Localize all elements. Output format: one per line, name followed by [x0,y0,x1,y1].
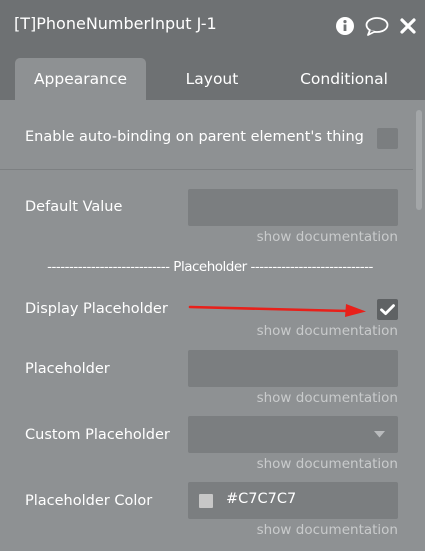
divider [0,169,413,170]
default-value-label: Default Value [25,199,123,215]
color-value: #C7C7C7 [226,491,297,507]
tab-conditional[interactable]: Conditional [280,58,408,100]
custom-placeholder-doc-link[interactable]: show documentation [257,456,398,472]
tab-layout[interactable]: Layout [150,58,274,100]
title-icons [335,14,417,38]
annotation-arrow-icon [188,304,366,317]
appearance-content: Enable auto-binding on parent element's … [0,100,425,551]
placeholder-input[interactable] [188,350,398,387]
display-placeholder-label: Display Placeholder [25,301,168,317]
display-placeholder-doc-link[interactable]: show documentation [257,323,398,339]
tab-appearance[interactable]: Appearance [15,58,146,100]
placeholder-color-picker[interactable]: #C7C7C7 [188,482,398,519]
color-swatch [199,494,213,508]
placeholder-color-label: Placeholder Color [25,493,153,509]
checkmark-icon [380,304,395,315]
tab-bar: Appearance Layout Conditional [0,50,425,100]
placeholder-color-doc-link[interactable]: show documentation [257,522,398,538]
placeholder-doc-link[interactable]: show documentation [257,390,398,406]
placeholder-label: Placeholder [25,361,110,377]
element-title: [T]PhoneNumberInput J-1 [14,14,217,33]
auto-binding-checkbox[interactable] [377,128,398,149]
placeholder-section-divider: ---------------------------- Placeholder… [47,259,373,275]
info-icon[interactable] [335,16,355,36]
title-bar: [T]PhoneNumberInput J-1 [0,0,425,50]
auto-binding-label: Enable auto-binding on parent element's … [25,129,364,145]
dropdown-caret-icon [374,431,385,438]
default-value-input[interactable] [188,189,398,226]
custom-placeholder-dropdown[interactable] [188,416,398,453]
display-placeholder-checkbox[interactable] [377,299,398,320]
default-value-doc-link[interactable]: show documentation [257,229,398,245]
close-icon[interactable] [399,17,417,35]
comment-icon[interactable] [365,16,389,36]
scrollbar[interactable] [416,110,422,210]
custom-placeholder-label: Custom Placeholder [25,427,170,443]
property-editor-panel: [T]PhoneNumberInput J-1 Appearance Layou… [0,0,425,551]
